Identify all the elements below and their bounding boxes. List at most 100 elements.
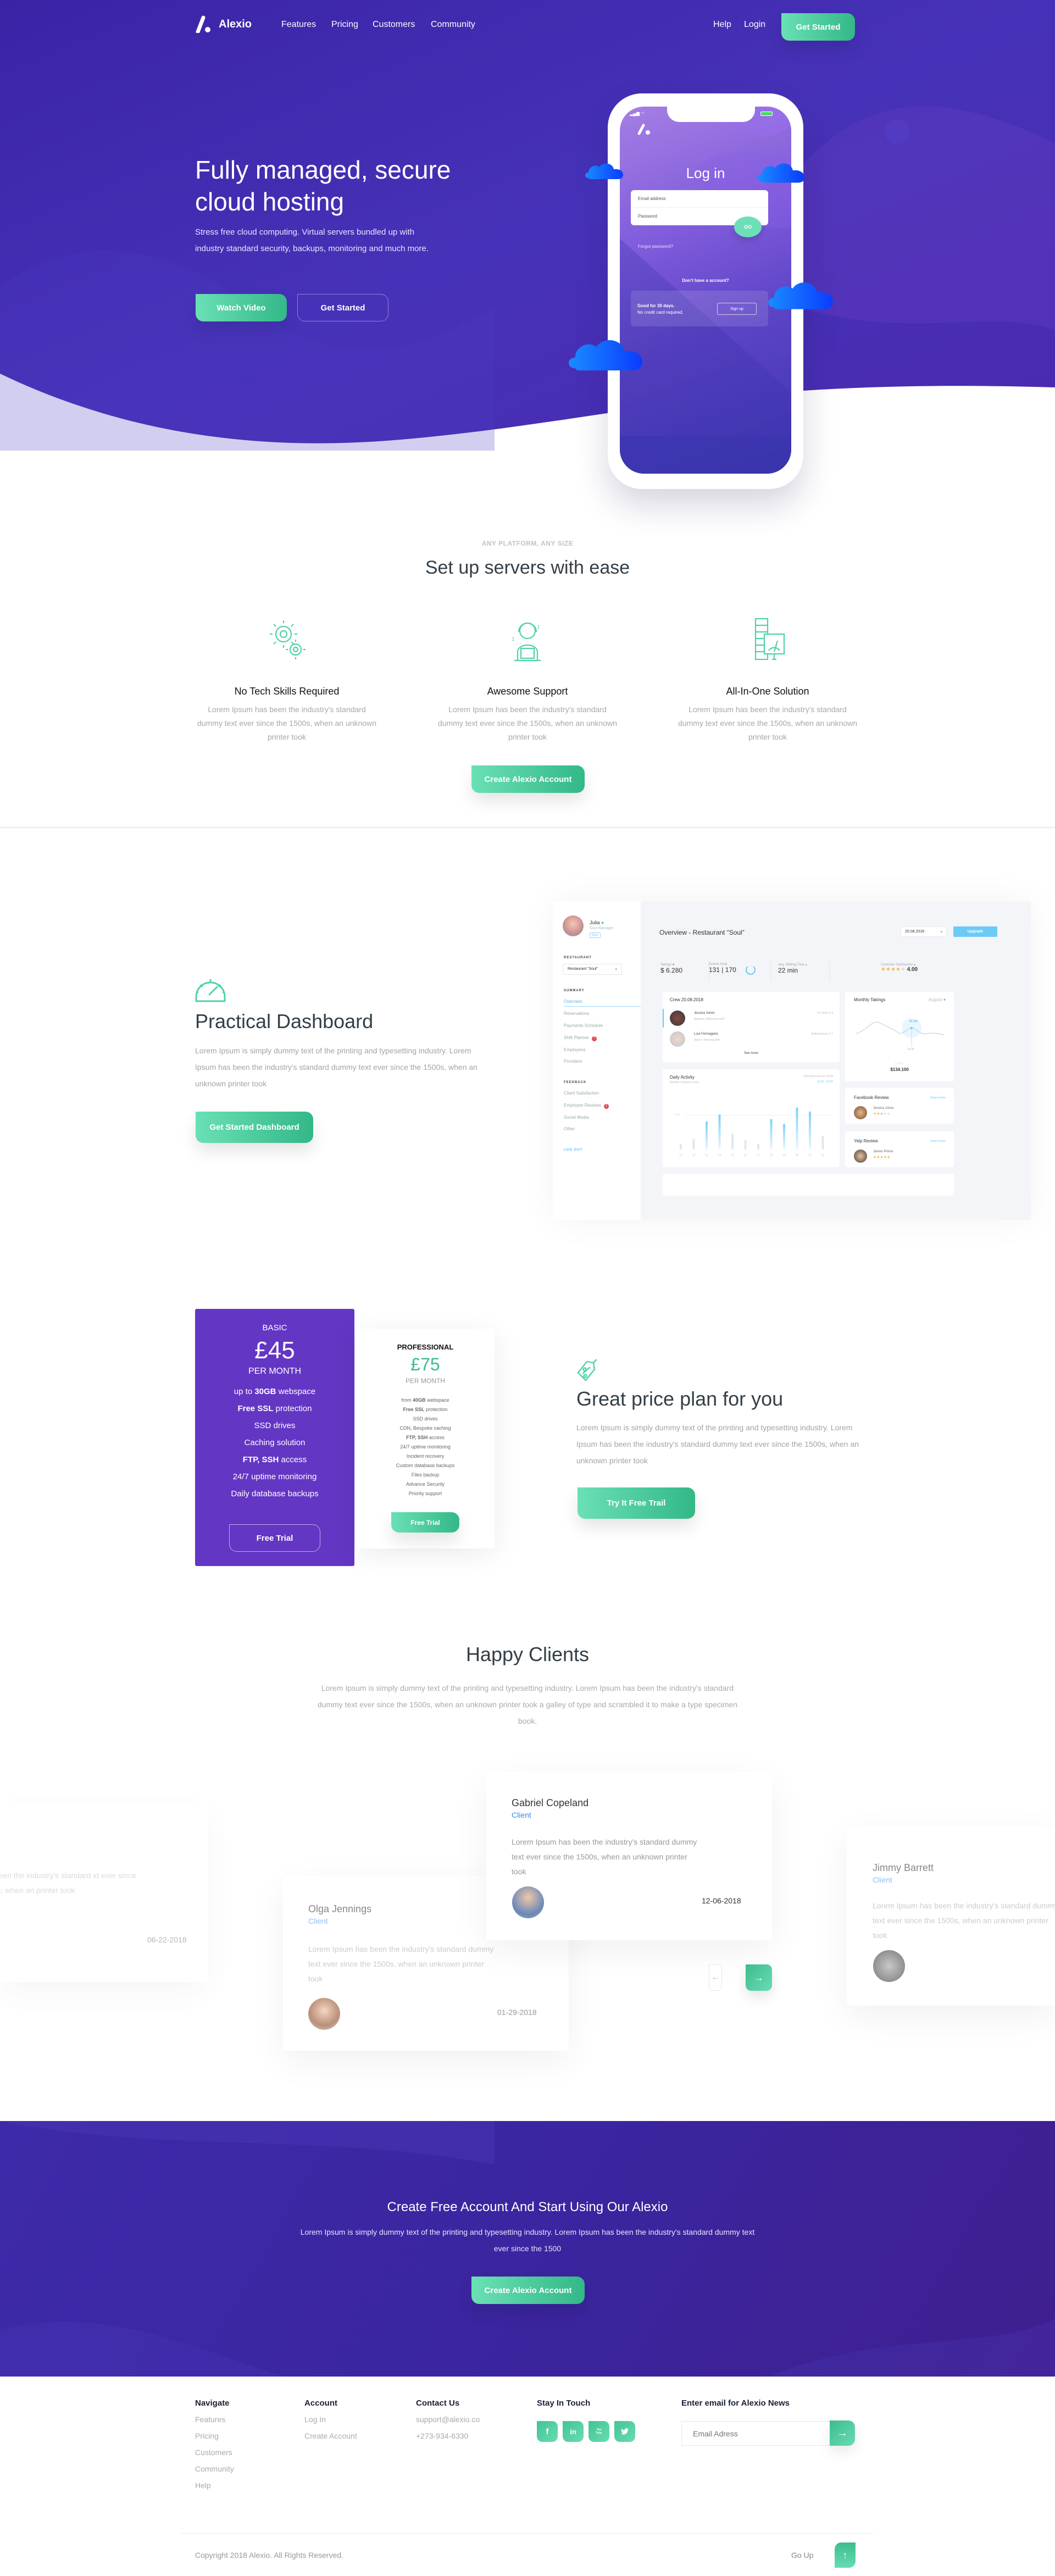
chevron-down-icon: ▾ <box>615 968 617 971</box>
plan-feature: Caching solution <box>244 1438 306 1447</box>
sidebar-item-overview[interactable]: Overview <box>564 999 641 1007</box>
brand-logo[interactable]: Alexio <box>196 15 252 33</box>
twitter-bird-icon <box>621 2428 629 2435</box>
footer-phone-link[interactable]: +273-934-6330 <box>416 2431 480 2441</box>
sidebar-item-payments[interactable]: Payments Schedule <box>564 1023 603 1028</box>
newsletter-form: → <box>681 2420 855 2446</box>
footer-heading: Account <box>304 2399 337 2408</box>
carousel-prev-button[interactable]: ← <box>709 1964 722 1991</box>
pricing-section-title: Great price plan for you <box>576 1387 784 1410</box>
crew-status: On Shift | 4.4 <box>817 1012 833 1015</box>
facebook-icon[interactable]: f <box>537 2421 558 2442</box>
crew-status: Shift finished | 3.7 <box>811 1032 833 1036</box>
footer-email-link[interactable]: support@alexio.co <box>416 2415 480 2424</box>
battery-icon <box>760 112 773 116</box>
signup-button[interactable]: Sign up <box>717 303 757 315</box>
upgrade-button[interactable]: Upgrade <box>953 926 997 937</box>
email-field[interactable]: Email address <box>631 190 768 208</box>
nav-login[interactable]: Login <box>744 20 765 30</box>
footer-link-help[interactable]: Help <box>195 2481 234 2490</box>
crew-title: Crew 20.08.2018 <box>670 997 703 1002</box>
client-text: um has been the industry's standard xt e… <box>0 1871 136 1895</box>
try-free-trial-button[interactable]: Try It Free Trail <box>578 1487 695 1519</box>
create-account-button[interactable]: Create Alexio Account <box>471 765 585 793</box>
footer-link-create-account[interactable]: Create Account <box>304 2431 357 2441</box>
activity-bar <box>783 1124 785 1150</box>
stat-guests: Guests Goal 131 | 170 <box>709 963 736 974</box>
footer-link-pricing[interactable]: Pricing <box>195 2431 234 2441</box>
linkedin-icon[interactable]: in <box>563 2421 584 2442</box>
logout-link[interactable]: LOG OUT <box>564 1148 582 1152</box>
stat-label: Avg. Waiting Time ▴ <box>778 963 807 967</box>
footer-link-community[interactable]: Community <box>195 2464 234 2474</box>
monthly-point-value: $6.280 <box>909 1020 918 1023</box>
sidebar-item-shift-planner[interactable]: Shift Planner 7 <box>564 1035 597 1041</box>
shift-planner-label: Shift Planner <box>564 1035 589 1040</box>
star-rating-icon: ★★★★ <box>881 967 901 973</box>
newsletter-submit-button[interactable]: → <box>830 2420 855 2446</box>
testimonial-card: ith um has been the industry's standard … <box>0 1802 208 1982</box>
youtube-icon[interactable]: You Tube <box>588 2421 609 2442</box>
user-plan-badge: Basic <box>590 932 601 938</box>
stat-value: 22 min <box>778 967 798 974</box>
plan-feature: 24/7 uptime monitoring <box>232 1472 317 1481</box>
watch-video-button[interactable]: Watch Video <box>196 294 287 321</box>
testimonial-card-active: Gabriel Copeland Client Lorem Ipsum has … <box>486 1772 772 1940</box>
twitter-icon[interactable] <box>614 2421 635 2442</box>
avatar <box>854 1106 867 1119</box>
footer-link-login[interactable]: Log In <box>304 2415 357 2424</box>
plan-feature: SSD drives <box>254 1421 296 1430</box>
go-button[interactable]: GO <box>734 216 762 237</box>
activity-bar <box>706 1121 708 1150</box>
restaurant-select[interactable]: Restaurant “Soul” ▾ <box>563 964 622 975</box>
sidebar-item-employee-reviews[interactable]: Employee Reviews 1 <box>564 1103 609 1109</box>
client-text: Lorem Ipsum has been the industry's stan… <box>873 1901 1055 1940</box>
feature-title: No Tech Skills Required <box>234 686 340 697</box>
nav-help[interactable]: Help <box>713 20 731 30</box>
restaurant-select-value: Restaurant “Soul” <box>568 967 598 971</box>
basic-free-trial-button[interactable]: Free Trial <box>229 1524 320 1552</box>
cta-create-account-button[interactable]: Create Alexio Account <box>471 2277 585 2304</box>
signup-box: Good for 30 days. No credit card require… <box>631 291 768 326</box>
pro-free-trial-button[interactable]: Free Trial <box>391 1512 459 1533</box>
footer-link-customers[interactable]: Customers <box>195 2448 234 2457</box>
nav-customers[interactable]: Customers <box>373 20 415 30</box>
newsletter-email-input[interactable] <box>681 2421 830 2446</box>
section-divider <box>0 827 1055 828</box>
client-text: Lorem Ipsum has been the industry's stan… <box>512 1837 697 1876</box>
sidebar-item-client-satisfaction[interactable]: Client Satisfaction <box>564 1091 599 1096</box>
brand-name: Alexio <box>219 18 252 30</box>
guests-progress-ring <box>746 965 756 975</box>
nav-features[interactable]: Features <box>281 20 316 30</box>
avatar <box>512 1886 544 1918</box>
plan-feature-highlight: Free SSL <box>237 1404 274 1413</box>
plan-feature: Free SSL protection <box>237 1404 312 1413</box>
sidebar-item-employees[interactable]: Employees <box>564 1047 586 1052</box>
date-select[interactable]: 20.08.2018 ▾ <box>901 926 947 937</box>
nav-community[interactable]: Community <box>431 20 475 30</box>
nav-pricing[interactable]: Pricing <box>331 20 358 30</box>
sidebar-item-social-media[interactable]: Social Media <box>564 1115 589 1120</box>
get-started-dashboard-button[interactable]: Get Started Dashboard <box>196 1112 313 1143</box>
footer-link-features[interactable]: Features <box>195 2415 234 2424</box>
see-more-link[interactable]: See more <box>663 1052 840 1055</box>
go-up-button[interactable]: ↑ <box>835 2542 856 2568</box>
sidebar-item-reservations[interactable]: Reservations <box>564 1011 590 1016</box>
sidebar-item-other[interactable]: Other <box>564 1126 575 1131</box>
hero-get-started-button[interactable]: Get Started <box>297 294 388 321</box>
nav-get-started-button[interactable]: Get Started <box>781 13 855 41</box>
sidebar-item-providers[interactable]: Providers <box>564 1059 582 1064</box>
daily-activity-card: Daily Activity Number of guests | hour O… <box>663 1069 840 1167</box>
alexio-logo-icon <box>196 15 210 33</box>
read-review-link[interactable]: Read review <box>930 1096 946 1100</box>
client-name: Jimmy Barrett <box>873 1862 934 1873</box>
footer-heading: Enter email for Alexio News <box>681 2399 790 2408</box>
carousel-next-button[interactable]: → <box>746 1964 772 1991</box>
activity-hour-label: 22 <box>821 1154 825 1157</box>
monthly-takings-card: Monthly Takings August ▾ $6.280 14.08 TO… <box>845 992 954 1081</box>
satisfaction-value: 4.00 <box>907 967 918 973</box>
read-review-link[interactable]: Read review <box>930 1140 946 1143</box>
star-rating: ★★★★★ <box>873 1112 890 1116</box>
forgot-password-link[interactable]: Forgot password? <box>638 244 673 249</box>
plan-feature: Daily database backups <box>231 1489 319 1498</box>
